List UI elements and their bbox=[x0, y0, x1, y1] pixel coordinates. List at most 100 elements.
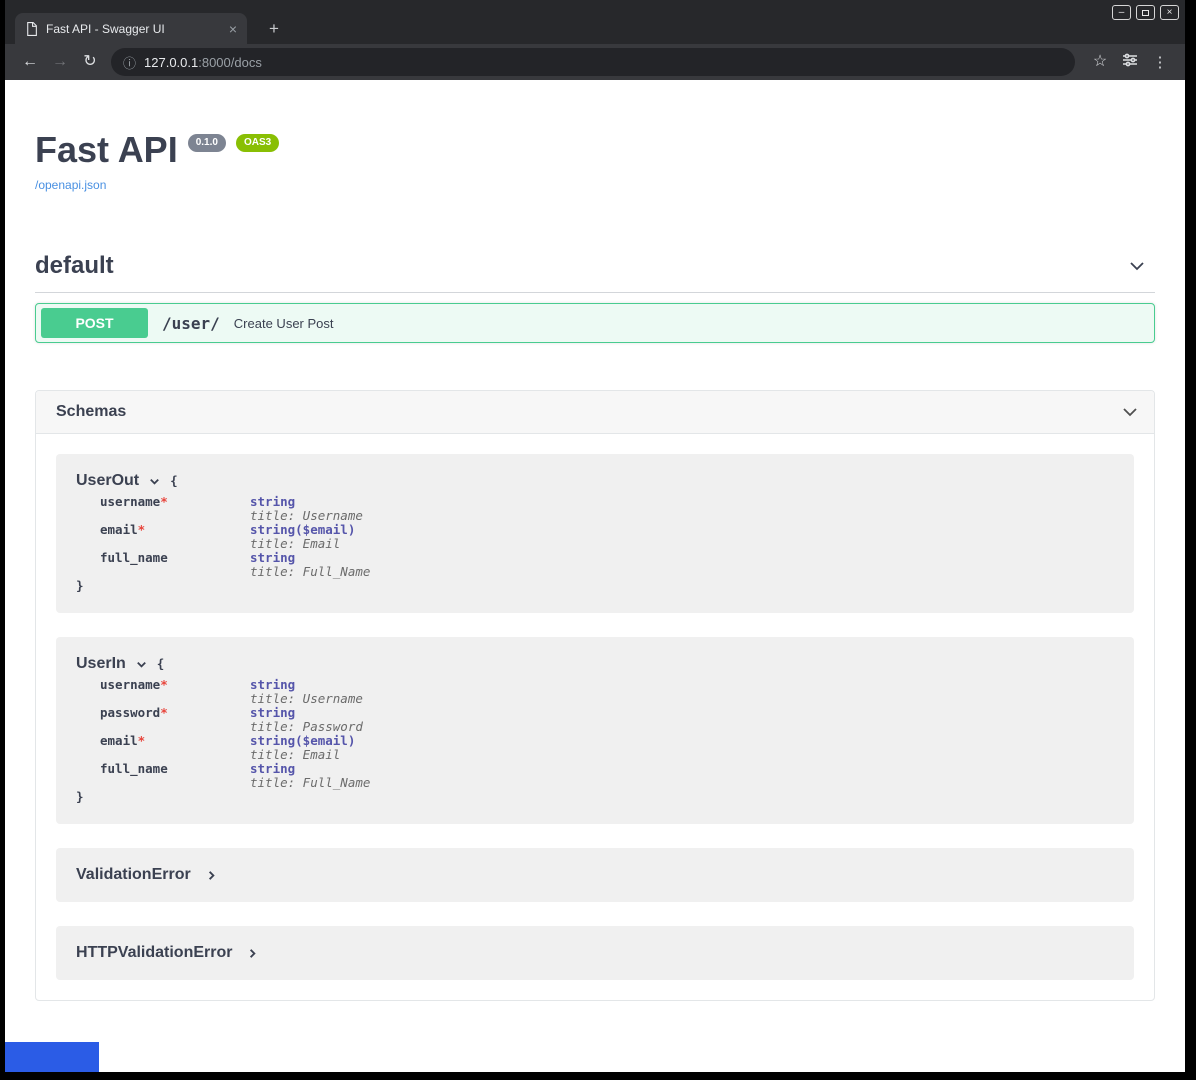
version-badge: 0.1.0 bbox=[188, 134, 226, 152]
required-star: * bbox=[160, 677, 168, 692]
required-star: * bbox=[138, 522, 146, 537]
model-name: HTTPValidationError bbox=[76, 944, 232, 962]
page-content: Fast API 0.1.0 OAS3 /openapi.json defaul… bbox=[5, 80, 1185, 1072]
open-brace: { bbox=[170, 474, 178, 488]
property-title: title: Full_Name bbox=[250, 565, 370, 579]
property-name: email bbox=[100, 733, 138, 748]
new-tab-button[interactable]: + bbox=[263, 19, 285, 39]
model-validationerror[interactable]: ValidationError bbox=[56, 848, 1134, 902]
maximize-icon bbox=[1142, 10, 1149, 16]
schema-property: email* string($email) title: Email bbox=[100, 523, 1114, 551]
schema-property: password* string title: Password bbox=[100, 706, 1114, 734]
required-star: * bbox=[160, 494, 168, 509]
close-brace: } bbox=[76, 579, 1114, 593]
required-star: * bbox=[160, 705, 168, 720]
browser-toolbar: ← → ↻ ⓘ 127.0.0.1:8000/docs ☆ ⋮ bbox=[5, 44, 1185, 80]
openapi-spec-link[interactable]: /openapi.json bbox=[35, 178, 106, 192]
operation-path: /user/ bbox=[162, 314, 220, 333]
window-controls: – × bbox=[1112, 5, 1179, 20]
model-properties: username* string title: Username email* … bbox=[100, 495, 1114, 579]
api-title-text: Fast API bbox=[35, 132, 178, 168]
tab-title: Fast API - Swagger UI bbox=[46, 22, 221, 36]
status-bubble bbox=[5, 1042, 99, 1072]
schema-property: username* string title: Username bbox=[100, 678, 1114, 706]
chevron-right-icon[interactable] bbox=[246, 947, 259, 960]
browser-window: – × Fast API - Swagger UI × + ← → ↻ ⓘ 12… bbox=[5, 0, 1185, 1072]
property-type: string bbox=[250, 522, 295, 537]
operation-post-user[interactable]: POST /user/ Create User Post bbox=[35, 303, 1155, 343]
section-default-title: default bbox=[35, 252, 114, 280]
close-window-button[interactable]: × bbox=[1160, 5, 1179, 20]
property-type: string bbox=[250, 733, 295, 748]
forward-button[interactable]: → bbox=[45, 54, 75, 70]
model-name: UserIn bbox=[76, 655, 126, 673]
model-userin-toggle[interactable]: UserIn { bbox=[76, 655, 1114, 673]
site-info-icon[interactable]: ⓘ bbox=[123, 53, 136, 72]
property-title: title: Password bbox=[250, 720, 363, 734]
address-bar[interactable]: ⓘ 127.0.0.1:8000/docs bbox=[111, 48, 1075, 76]
chevron-down-icon[interactable] bbox=[148, 475, 161, 488]
property-type: string bbox=[250, 677, 295, 692]
minimize-icon: – bbox=[1119, 8, 1125, 18]
browser-menu-icon[interactable]: ⋮ bbox=[1145, 55, 1175, 70]
url-path: :8000/docs bbox=[198, 55, 262, 70]
property-type: string bbox=[250, 705, 295, 720]
maximize-button[interactable] bbox=[1136, 5, 1155, 20]
property-title: title: Username bbox=[250, 692, 363, 706]
url-text: 127.0.0.1:8000/docs bbox=[144, 55, 262, 70]
chevron-down-icon[interactable] bbox=[1120, 402, 1140, 422]
property-title: title: Email bbox=[250, 748, 355, 762]
titlebar: – × Fast API - Swagger UI × + bbox=[5, 0, 1185, 44]
chevron-down-icon[interactable] bbox=[1127, 256, 1147, 276]
url-host: 127.0.0.1 bbox=[144, 55, 198, 70]
property-name: password bbox=[100, 705, 160, 720]
schema-property: email* string($email) title: Email bbox=[100, 734, 1114, 762]
property-name: full_name bbox=[100, 761, 168, 776]
browser-tab[interactable]: Fast API - Swagger UI × bbox=[15, 13, 247, 44]
close-icon: × bbox=[1167, 8, 1173, 18]
schema-property: username* string title: Username bbox=[100, 495, 1114, 523]
open-brace: { bbox=[157, 657, 165, 671]
model-userin: UserIn { username* string tit bbox=[56, 637, 1134, 824]
property-type: string bbox=[250, 761, 295, 776]
property-name: full_name bbox=[100, 550, 168, 565]
model-name: ValidationError bbox=[76, 866, 191, 884]
chevron-down-icon[interactable] bbox=[135, 658, 148, 671]
reload-button[interactable]: ↻ bbox=[75, 54, 105, 70]
tab-close-icon[interactable]: × bbox=[229, 21, 237, 37]
property-name: username bbox=[100, 494, 160, 509]
tune-icon[interactable] bbox=[1115, 52, 1145, 72]
post-method-badge: POST bbox=[41, 308, 148, 338]
back-button[interactable]: ← bbox=[15, 54, 45, 70]
schemas-header[interactable]: Schemas bbox=[36, 391, 1154, 434]
property-format: ($email) bbox=[295, 733, 355, 748]
bookmark-star-icon[interactable]: ☆ bbox=[1085, 54, 1115, 70]
oas3-badge: OAS3 bbox=[236, 134, 279, 152]
required-star: * bbox=[138, 733, 146, 748]
property-format: ($email) bbox=[295, 522, 355, 537]
api-info: Fast API 0.1.0 OAS3 /openapi.json bbox=[35, 80, 1155, 194]
schemas-list: UserOut { username* string ti bbox=[36, 434, 1154, 1000]
schema-property: full_name string title: Full_Name bbox=[100, 762, 1114, 790]
model-httpvalidationerror[interactable]: HTTPValidationError bbox=[56, 926, 1134, 980]
property-name: email bbox=[100, 522, 138, 537]
schemas-section: Schemas UserOut { bbox=[35, 390, 1155, 1001]
operation-summary: Create User Post bbox=[234, 316, 334, 331]
schema-property: full_name string title: Full_Name bbox=[100, 551, 1114, 579]
swagger-ui: Fast API 0.1.0 OAS3 /openapi.json defaul… bbox=[5, 80, 1185, 1001]
api-title: Fast API 0.1.0 OAS3 bbox=[35, 132, 1155, 168]
section-default-header[interactable]: default bbox=[35, 252, 1155, 293]
close-brace: } bbox=[76, 790, 1114, 804]
property-name: username bbox=[100, 677, 160, 692]
property-title: title: Email bbox=[250, 537, 355, 551]
property-title: title: Full_Name bbox=[250, 776, 370, 790]
model-userout: UserOut { username* string ti bbox=[56, 454, 1134, 613]
model-userout-toggle[interactable]: UserOut { bbox=[76, 472, 1114, 490]
property-type: string bbox=[250, 494, 295, 509]
document-favicon-icon bbox=[25, 22, 38, 36]
model-name: UserOut bbox=[76, 472, 139, 490]
minimize-button[interactable]: – bbox=[1112, 5, 1131, 20]
model-properties: username* string title: Username passwor… bbox=[100, 678, 1114, 790]
property-type: string bbox=[250, 550, 295, 565]
chevron-right-icon[interactable] bbox=[205, 869, 218, 882]
